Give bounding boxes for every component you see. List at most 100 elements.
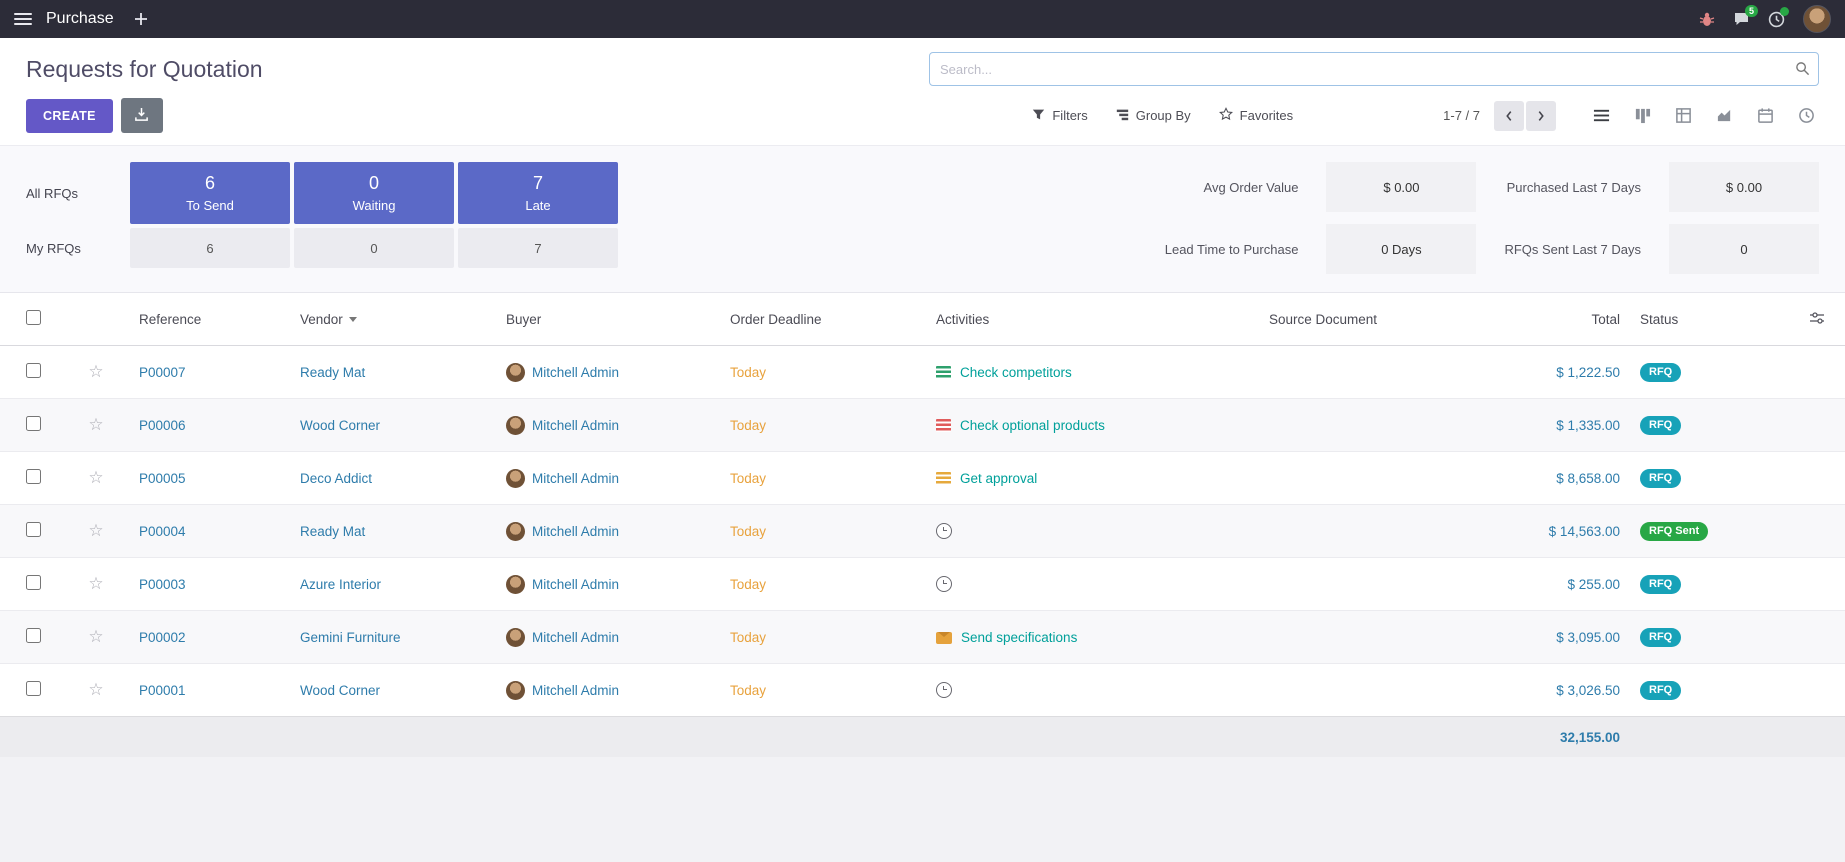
list-view-button[interactable] bbox=[1588, 103, 1614, 129]
vendor-link[interactable]: Deco Addict bbox=[300, 471, 372, 486]
all-rfqs-filter[interactable]: All RFQs bbox=[26, 162, 126, 224]
table-row[interactable]: ☆ P00007 Ready Mat Mitchell Admin Today … bbox=[0, 346, 1845, 399]
calendar-view-button[interactable] bbox=[1752, 103, 1778, 129]
buyer-link[interactable]: Mitchell Admin bbox=[532, 471, 619, 486]
reference-link[interactable]: P00003 bbox=[139, 577, 186, 592]
table-row[interactable]: ☆ P00006 Wood Corner Mitchell Admin Toda… bbox=[0, 399, 1845, 452]
vendor-link[interactable]: Wood Corner bbox=[300, 418, 380, 433]
deadline-column-header[interactable]: Order Deadline bbox=[722, 293, 928, 346]
search-input[interactable] bbox=[929, 52, 1819, 86]
graph-view-button[interactable] bbox=[1711, 103, 1737, 129]
vendor-link[interactable]: Azure Interior bbox=[300, 577, 381, 592]
activity-icon[interactable] bbox=[936, 472, 951, 485]
table-row[interactable]: ☆ P00003 Azure Interior Mitchell Admin T… bbox=[0, 558, 1845, 611]
row-checkbox[interactable] bbox=[26, 416, 41, 431]
search-icon[interactable] bbox=[1795, 61, 1810, 81]
row-checkbox[interactable] bbox=[26, 522, 41, 537]
vendor-link[interactable]: Ready Mat bbox=[300, 524, 365, 539]
activity-icon[interactable] bbox=[936, 523, 952, 539]
favorite-star-icon[interactable]: ☆ bbox=[88, 362, 103, 381]
group-by-button[interactable]: Group By bbox=[1116, 108, 1191, 124]
activity-view-button[interactable] bbox=[1793, 103, 1819, 129]
plus-icon[interactable] bbox=[134, 12, 148, 26]
to-send-count: 6 bbox=[205, 173, 215, 194]
activities-icon[interactable] bbox=[1768, 11, 1785, 28]
buyer-link[interactable]: Mitchell Admin bbox=[532, 630, 619, 645]
table-row[interactable]: ☆ P00004 Ready Mat Mitchell Admin Today … bbox=[0, 505, 1845, 558]
total-column-header[interactable]: Total bbox=[1440, 293, 1630, 346]
vendor-column-header[interactable]: Vendor bbox=[292, 293, 498, 346]
my-rfqs-filter[interactable]: My RFQs bbox=[26, 228, 126, 268]
buyer-column-header[interactable]: Buyer bbox=[498, 293, 722, 346]
activity-icon[interactable] bbox=[936, 682, 952, 698]
reference-link[interactable]: P00002 bbox=[139, 630, 186, 645]
pager-prev-button[interactable] bbox=[1494, 101, 1524, 131]
favorite-star-icon[interactable]: ☆ bbox=[88, 521, 103, 540]
user-avatar[interactable] bbox=[1803, 5, 1831, 33]
row-checkbox[interactable] bbox=[26, 469, 41, 484]
reference-column-header[interactable]: Reference bbox=[122, 293, 292, 346]
status-column-header[interactable]: Status bbox=[1630, 293, 1788, 346]
table-row[interactable]: ☆ P00001 Wood Corner Mitchell Admin Toda… bbox=[0, 664, 1845, 717]
table-header-row: Reference Vendor Buyer Order Deadline Ac… bbox=[0, 293, 1845, 346]
activity-icon[interactable] bbox=[936, 632, 952, 644]
search-bar bbox=[929, 52, 1819, 86]
favorites-button[interactable]: Favorites bbox=[1219, 107, 1293, 124]
row-checkbox[interactable] bbox=[26, 363, 41, 378]
favorite-star-icon[interactable]: ☆ bbox=[88, 468, 103, 487]
pivot-view-button[interactable] bbox=[1670, 103, 1696, 129]
activity-label[interactable]: Check competitors bbox=[960, 365, 1072, 380]
buyer-link[interactable]: Mitchell Admin bbox=[532, 365, 619, 380]
apps-menu-icon[interactable] bbox=[14, 13, 32, 25]
reference-link[interactable]: P00001 bbox=[139, 683, 186, 698]
vendor-link[interactable]: Gemini Furniture bbox=[300, 630, 401, 645]
row-checkbox[interactable] bbox=[26, 628, 41, 643]
kanban-view-button[interactable] bbox=[1629, 103, 1655, 129]
app-name[interactable]: Purchase bbox=[46, 10, 114, 28]
row-checkbox[interactable] bbox=[26, 575, 41, 590]
select-all-checkbox[interactable] bbox=[26, 310, 41, 325]
table-row[interactable]: ☆ P00005 Deco Addict Mitchell Admin Toda… bbox=[0, 452, 1845, 505]
vendor-link[interactable]: Wood Corner bbox=[300, 683, 380, 698]
search-options: Filters Group By Favorites bbox=[1032, 107, 1293, 124]
row-checkbox[interactable] bbox=[26, 681, 41, 696]
bug-icon[interactable] bbox=[1699, 11, 1715, 27]
activity-icon[interactable] bbox=[936, 366, 951, 379]
source-column-header[interactable]: Source Document bbox=[1261, 293, 1440, 346]
my-to-send-box[interactable]: 6 bbox=[130, 228, 290, 268]
export-button[interactable] bbox=[121, 98, 163, 133]
reference-link[interactable]: P00007 bbox=[139, 365, 186, 380]
favorite-star-icon[interactable]: ☆ bbox=[88, 627, 103, 646]
column-options-icon[interactable] bbox=[1788, 293, 1845, 346]
create-button[interactable]: CREATE bbox=[26, 99, 113, 133]
pager-next-button[interactable] bbox=[1526, 101, 1556, 131]
vendor-link[interactable]: Ready Mat bbox=[300, 365, 365, 380]
to-send-box[interactable]: 6 To Send bbox=[130, 162, 290, 224]
messages-icon[interactable]: 5 bbox=[1733, 11, 1750, 27]
table-row[interactable]: ☆ P00002 Gemini Furniture Mitchell Admin… bbox=[0, 611, 1845, 664]
top-navbar: Purchase 5 bbox=[0, 0, 1845, 38]
favorite-star-icon[interactable]: ☆ bbox=[88, 574, 103, 593]
activity-icon[interactable] bbox=[936, 419, 951, 432]
my-waiting-box[interactable]: 0 bbox=[294, 228, 454, 268]
favorite-star-icon[interactable]: ☆ bbox=[88, 680, 103, 699]
buyer-link[interactable]: Mitchell Admin bbox=[532, 418, 619, 433]
activity-label[interactable]: Check optional products bbox=[960, 418, 1105, 433]
waiting-box[interactable]: 0 Waiting bbox=[294, 162, 454, 224]
activity-icon[interactable] bbox=[936, 576, 952, 592]
favorite-star-icon[interactable]: ☆ bbox=[88, 415, 103, 434]
activity-label[interactable]: Get approval bbox=[960, 471, 1037, 486]
activity-label[interactable]: Send specifications bbox=[961, 630, 1077, 645]
filters-button[interactable]: Filters bbox=[1032, 108, 1087, 124]
my-late-box[interactable]: 7 bbox=[458, 228, 618, 268]
favorites-label: Favorites bbox=[1240, 108, 1293, 123]
pager-value[interactable]: 1-7 / 7 bbox=[1443, 108, 1480, 123]
activities-column-header[interactable]: Activities bbox=[928, 293, 1261, 346]
reference-link[interactable]: P00004 bbox=[139, 524, 186, 539]
buyer-link[interactable]: Mitchell Admin bbox=[532, 683, 619, 698]
buyer-link[interactable]: Mitchell Admin bbox=[532, 524, 619, 539]
reference-link[interactable]: P00006 bbox=[139, 418, 186, 433]
late-box[interactable]: 7 Late bbox=[458, 162, 618, 224]
reference-link[interactable]: P00005 bbox=[139, 471, 186, 486]
buyer-link[interactable]: Mitchell Admin bbox=[532, 577, 619, 592]
